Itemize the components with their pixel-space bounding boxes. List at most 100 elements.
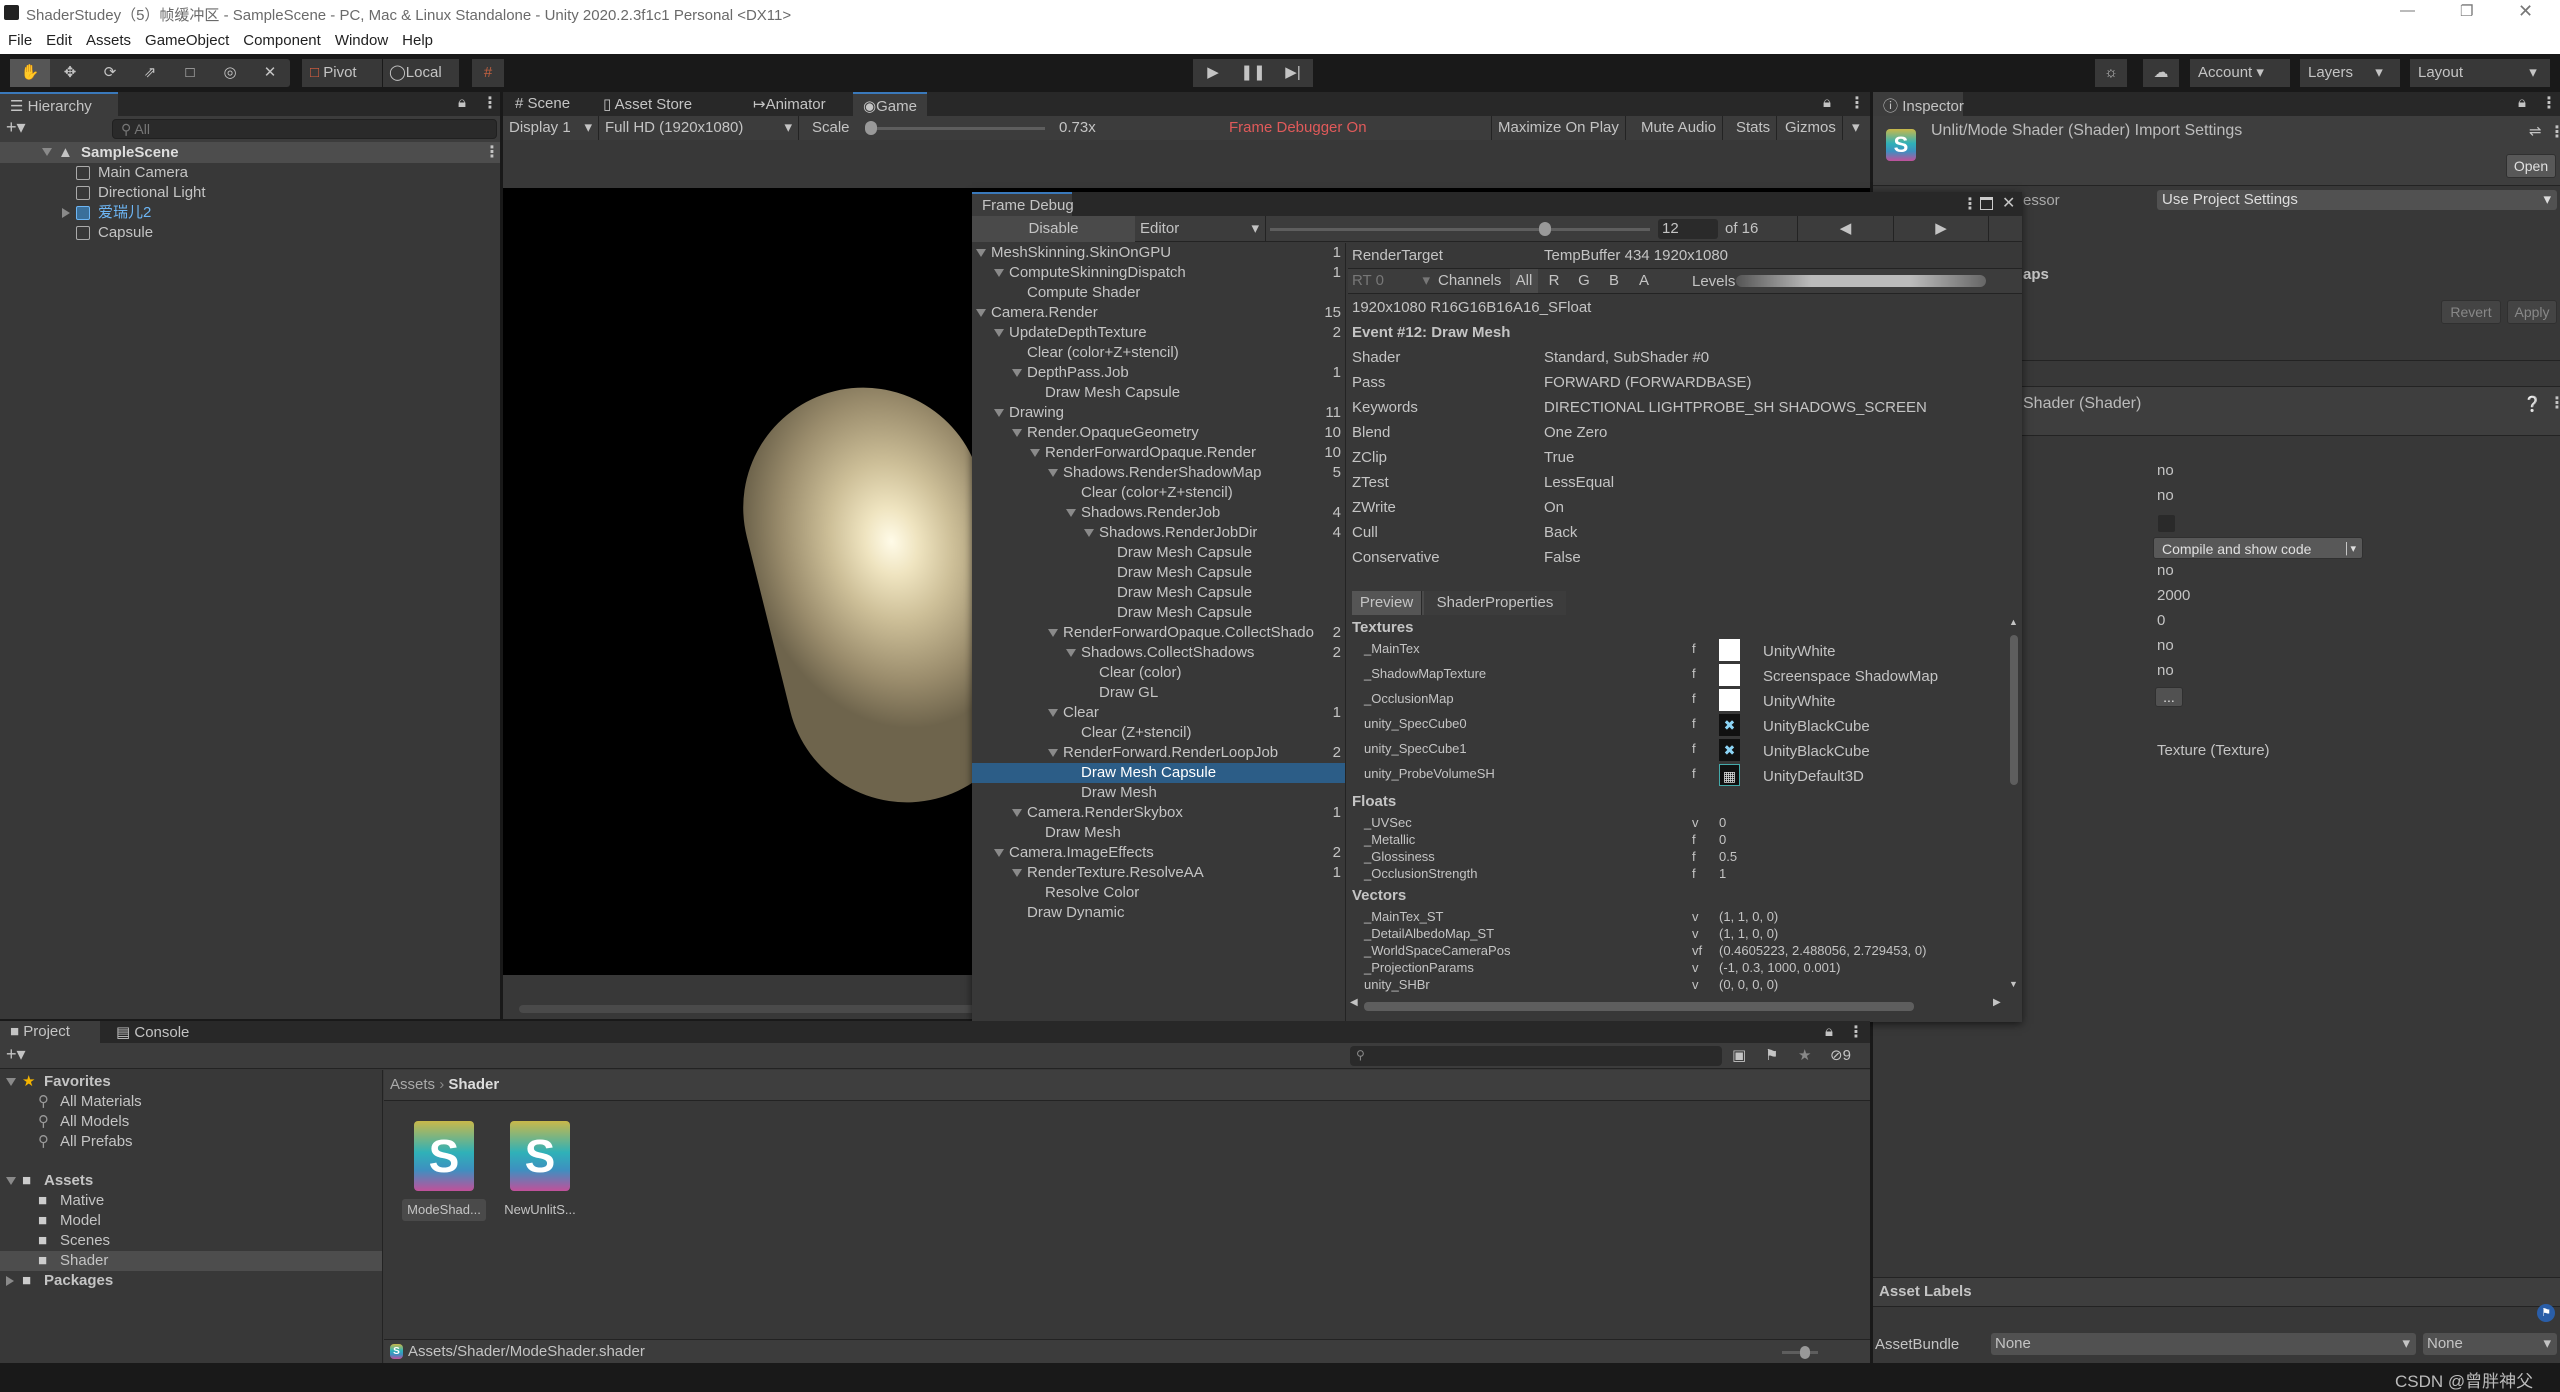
foldout-icon[interactable] bbox=[976, 249, 986, 257]
play-button[interactable]: ▶ bbox=[1193, 59, 1233, 87]
display-dropdown[interactable]: Display 1 ▾ bbox=[503, 116, 599, 140]
lock-icon[interactable]: 🔒︎ bbox=[458, 94, 466, 111]
event-tree-row[interactable]: Camera.RenderSkybox 1 bbox=[972, 803, 1345, 823]
event-tree-row[interactable]: Draw Mesh Capsule bbox=[972, 563, 1345, 583]
icon-size-thumb[interactable] bbox=[1800, 1346, 1810, 1359]
event-tree-row[interactable]: Clear (Z+stencil) bbox=[972, 723, 1345, 743]
transform-tool-icon[interactable]: ◎ bbox=[210, 59, 250, 87]
folder-item[interactable]: ■ Shader bbox=[0, 1251, 382, 1271]
menu-assets[interactable]: Assets bbox=[86, 32, 131, 49]
hierarchy-item[interactable]: Main Camera bbox=[40, 163, 500, 183]
event-tree-row[interactable]: Shadows.RenderJobDir 4 bbox=[972, 523, 1345, 543]
event-tree-row[interactable]: Camera.Render 15 bbox=[972, 303, 1345, 323]
expand-icon[interactable] bbox=[62, 208, 70, 218]
event-tree-row[interactable]: Clear 1 bbox=[972, 703, 1345, 723]
folder-item[interactable]: ■ Mative bbox=[0, 1191, 382, 1211]
event-tree-row[interactable]: Draw Mesh Capsule bbox=[972, 603, 1345, 623]
folder-item[interactable]: ■ Model bbox=[0, 1211, 382, 1231]
channel-a[interactable]: A bbox=[1630, 269, 1658, 293]
expand-icon[interactable] bbox=[42, 148, 52, 156]
event-tree-row[interactable]: RenderTexture.ResolveAA 1 bbox=[972, 863, 1345, 883]
tab-inspector[interactable]: ⓘ Inspector bbox=[1873, 92, 1964, 116]
event-tree-row[interactable]: RenderForwardOpaque.CollectShado 2 bbox=[972, 623, 1345, 643]
menu-edit[interactable]: Edit bbox=[46, 32, 72, 49]
menu-component[interactable]: Component bbox=[243, 32, 321, 49]
stats-toggle[interactable]: Stats bbox=[1730, 116, 1778, 140]
label-tag-icon[interactable]: ⚑ bbox=[2537, 1304, 2555, 1322]
close-window-icon[interactable]: ✕ bbox=[2002, 193, 2015, 213]
pause-button[interactable]: ❚❚ bbox=[1233, 59, 1273, 87]
event-index-input[interactable]: 12 bbox=[1658, 219, 1718, 239]
favorite-item[interactable]: ⚲ All Models bbox=[0, 1112, 382, 1132]
assetbundle-variant-dropdown[interactable]: None ▾ bbox=[2423, 1333, 2557, 1355]
event-tree-row[interactable]: Shadows.RenderJob 4 bbox=[972, 503, 1345, 523]
event-tree-row[interactable]: Draw Mesh bbox=[972, 823, 1345, 843]
expand-icon[interactable] bbox=[6, 1177, 16, 1185]
channel-b[interactable]: B bbox=[1600, 269, 1628, 293]
tab-project[interactable]: ■ Project bbox=[0, 1021, 100, 1043]
favorites-row[interactable]: ★ Favorites bbox=[0, 1072, 382, 1092]
step-button[interactable]: ▶| bbox=[1273, 59, 1313, 87]
asset-file[interactable]: S ModeShad... bbox=[402, 1121, 492, 1231]
packages-row[interactable]: ■ Packages bbox=[0, 1271, 382, 1291]
filter-label-icon[interactable]: ⚑ bbox=[1765, 1046, 1778, 1064]
more-icon[interactable]: ⋮ bbox=[1962, 194, 1978, 214]
foldout-icon[interactable] bbox=[976, 309, 986, 317]
menu-window[interactable]: Window bbox=[335, 32, 388, 49]
event-tree-row[interactable]: Draw Mesh Capsule bbox=[972, 383, 1345, 403]
scroll-down-icon[interactable]: ▼ bbox=[2009, 979, 2018, 989]
settings-icon[interactable]: ⇌ bbox=[2529, 122, 2542, 140]
menu-gameobject[interactable]: GameObject bbox=[145, 32, 229, 49]
event-tree-row[interactable]: Draw Mesh Capsule bbox=[972, 763, 1345, 783]
foldout-icon[interactable] bbox=[1066, 649, 1076, 657]
event-tree-row[interactable]: Camera.ImageEffects 2 bbox=[972, 843, 1345, 863]
foldout-icon[interactable] bbox=[994, 409, 1004, 417]
compile-and-show-code-button[interactable]: Compile and show code │▾ bbox=[2153, 537, 2363, 559]
scale-slider-thumb[interactable] bbox=[865, 121, 877, 135]
event-tree-row[interactable]: Render.OpaqueGeometry 10 bbox=[972, 423, 1345, 443]
menu-file[interactable]: File bbox=[8, 32, 32, 49]
maximize-window-icon[interactable] bbox=[1980, 197, 1993, 210]
foldout-icon[interactable] bbox=[994, 269, 1004, 277]
open-button[interactable]: Open bbox=[2506, 154, 2556, 178]
more-icon[interactable]: ⋮ bbox=[1848, 1022, 1864, 1042]
tab-frame-debug[interactable]: Frame Debug bbox=[972, 192, 1074, 216]
foldout-icon[interactable] bbox=[994, 849, 1004, 857]
scene-row[interactable]: ▲ SampleScene ⋮ bbox=[0, 142, 500, 163]
favorite-item[interactable]: ⚲ All Prefabs bbox=[0, 1132, 382, 1152]
foldout-icon[interactable] bbox=[1048, 469, 1058, 477]
more-icon[interactable]: ⋮ bbox=[2541, 93, 2557, 113]
channel-g[interactable]: G bbox=[1570, 269, 1598, 293]
foldout-icon[interactable] bbox=[1048, 749, 1058, 757]
scroll-up-icon[interactable]: ▲ bbox=[2009, 617, 2018, 627]
resolution-dropdown[interactable]: Full HD (1920x1080) ▾ bbox=[599, 116, 799, 140]
channel-all[interactable]: All bbox=[1510, 269, 1538, 293]
lock-icon[interactable]: 🔒︎ bbox=[1825, 1023, 1833, 1040]
tab-console[interactable]: ▤ Console bbox=[106, 1021, 206, 1043]
rotate-tool-icon[interactable]: ⟳ bbox=[90, 59, 130, 87]
target-dropdown[interactable]: Editor ▾ bbox=[1136, 216, 1266, 242]
hidden-packages-toggle[interactable]: ⊘9 bbox=[1830, 1046, 1851, 1064]
rt-dropdown[interactable]: RT 0 ▾ bbox=[1348, 269, 1436, 293]
maximize-on-play-toggle[interactable]: Maximize On Play bbox=[1491, 116, 1626, 140]
help-icon[interactable]: ❔ bbox=[2523, 395, 2542, 413]
expand-icon[interactable] bbox=[6, 1078, 16, 1086]
event-tree-row[interactable]: RenderForwardOpaque.Render 10 bbox=[972, 443, 1345, 463]
foldout-icon[interactable] bbox=[1012, 809, 1022, 817]
hierarchy-item[interactable]: Capsule bbox=[40, 223, 500, 243]
maximize-button[interactable]: ❐ bbox=[2460, 2, 2473, 20]
event-tree-row[interactable]: Drawing 11 bbox=[972, 403, 1345, 423]
breadcrumb-assets[interactable]: Assets bbox=[390, 1076, 435, 1093]
levels-slider[interactable] bbox=[1736, 275, 1986, 287]
event-tree-row[interactable]: DepthPass.Job 1 bbox=[972, 363, 1345, 383]
event-tree-row[interactable]: Draw Dynamic bbox=[972, 903, 1345, 923]
more-icon[interactable]: ⋮ bbox=[1849, 93, 1865, 113]
asset-file[interactable]: S NewUnlitS... bbox=[498, 1121, 588, 1231]
event-tree-row[interactable]: ComputeSkinningDispatch 1 bbox=[972, 263, 1345, 283]
hierarchy-item[interactable]: Directional Light bbox=[40, 183, 500, 203]
scroll-right-icon[interactable]: ▶ bbox=[1993, 997, 2001, 1008]
event-tree-row[interactable]: UpdateDepthTexture 2 bbox=[972, 323, 1345, 343]
scale-tool-icon[interactable]: ⇗ bbox=[130, 59, 170, 87]
collab-icon[interactable]: ☼ bbox=[2095, 59, 2127, 87]
more-icon[interactable]: ⋮ bbox=[482, 93, 498, 113]
